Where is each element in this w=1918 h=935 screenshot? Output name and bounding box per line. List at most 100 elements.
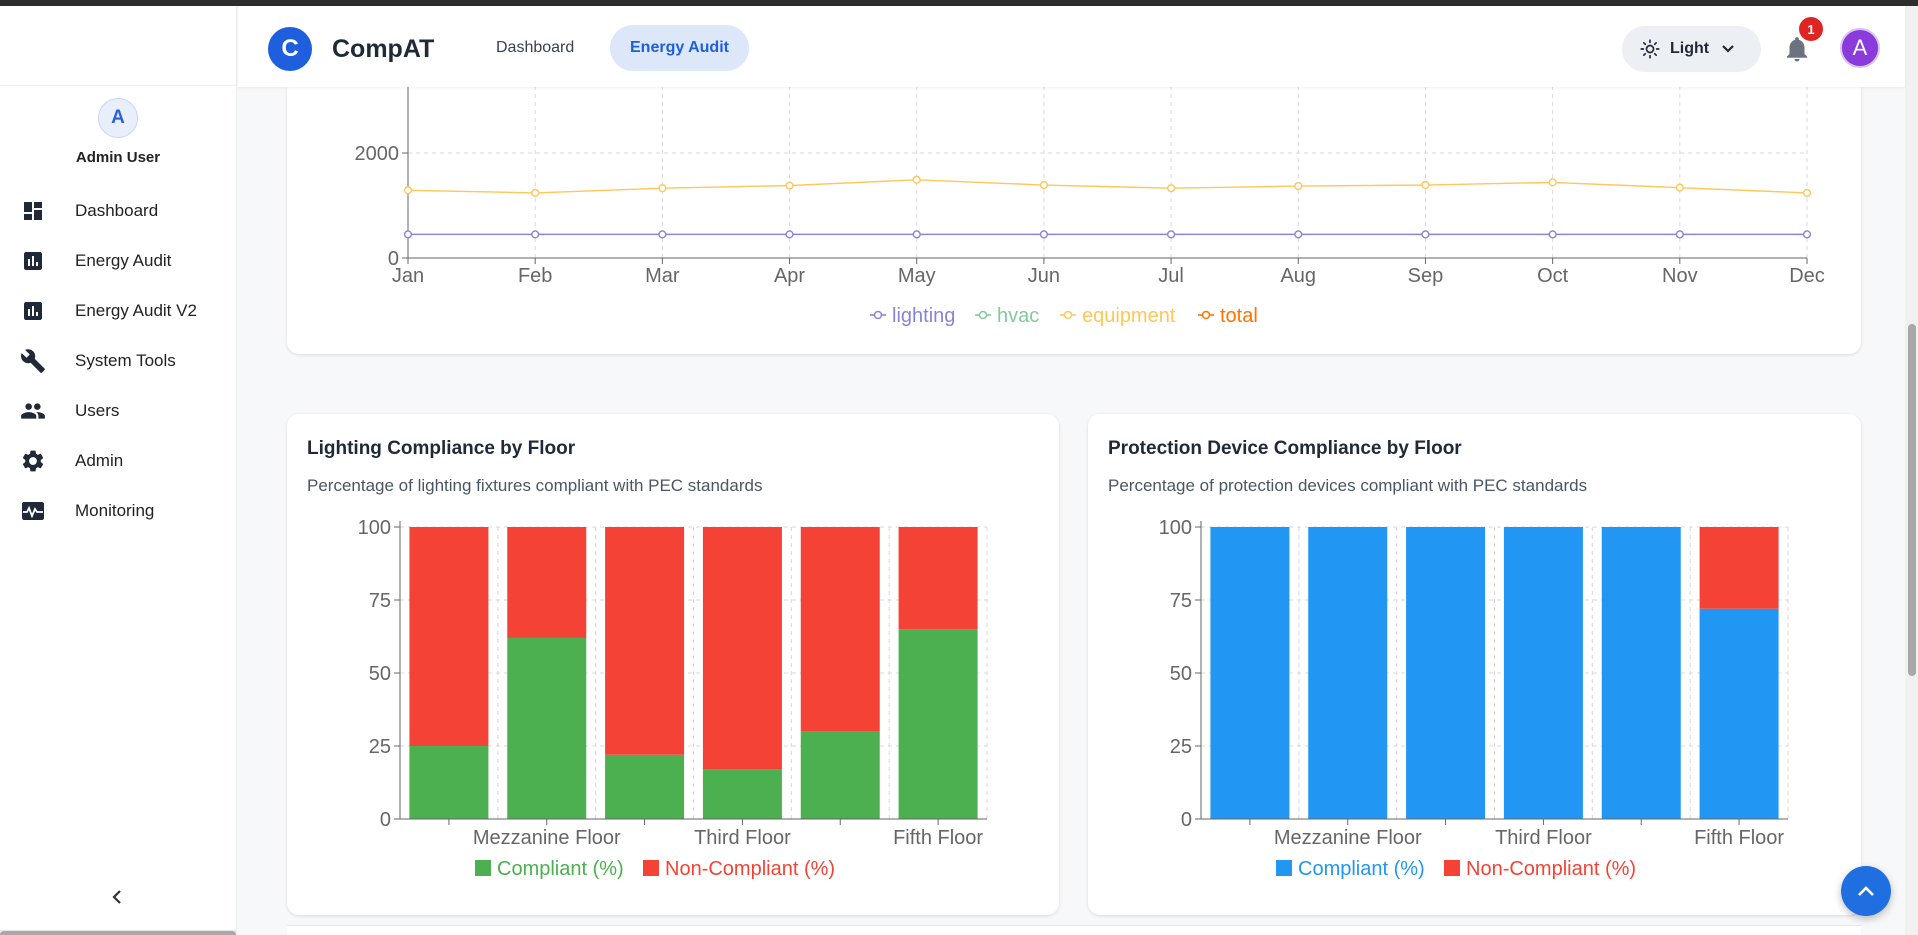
legend-label: Compliant (%) [1298,858,1425,880]
bar-segment [898,629,978,819]
x-tick-label: Feb [518,265,552,287]
data-point-lighting [1548,230,1557,239]
scrollbar-thumb[interactable] [1908,324,1916,676]
y-tick-label: 75 [369,590,391,612]
profile-avatar[interactable]: A [1840,28,1880,68]
bar-segment [1699,527,1779,609]
bar-segment [702,769,782,819]
x-tick-label: Mar [645,265,680,287]
x-tick-label: Jan [392,265,424,287]
data-point-equipment [1421,180,1430,190]
legend-marker [873,310,883,320]
data-point-lighting [1039,230,1049,239]
legend-marker [1276,860,1292,876]
y-tick-label: 2000 [355,143,400,165]
horizontal-scrollbar[interactable] [0,930,236,935]
data-point-lighting [1421,230,1430,239]
sidebar-item-label: Energy Audit [75,251,172,270]
data-point-lighting [1166,230,1176,239]
data-point-equipment [1039,180,1049,190]
bar-segment [409,746,489,819]
energy-consumption-card: 0 2000 Jan Feb Mar Apr May Jun Jul Aug Sep Oct Nov De… [287,40,1861,354]
vertical-scrollbar[interactable] [1905,6,1918,935]
legend-marker [1444,860,1460,876]
legend-label: total [1220,305,1258,327]
lighting-compliance-chart: 0 25 50 75 100 Mezzanine Floor Third Floor Fift… [358,517,988,880]
legend-label: hvac [997,305,1039,327]
x-tick-label: Jul [1158,265,1184,287]
sidebar-item-dashboard[interactable]: Dashboard [0,186,236,236]
wrench-icon [20,348,46,374]
data-point-lighting [1802,230,1812,239]
bar-segment [605,527,685,755]
x-tick-label: Nov [1662,265,1698,287]
x-tick-label: Jun [1028,265,1060,287]
sidebar: A Admin User Dashboard Energy Audit Ener… [0,6,237,935]
sidebar-item-monitoring[interactable]: Monitoring [0,486,236,536]
data-point-lighting [1294,230,1303,239]
legend-label: equipment [1082,305,1176,327]
top-header: C CompAT Dashboard Energy Audit Light 1 … [238,6,1905,87]
bar-segment [1308,527,1388,819]
data-point-equipment [1166,184,1176,193]
theme-toggle-button[interactable]: Light [1622,26,1761,72]
data-point-lighting [785,230,794,239]
chevron-down-icon [1722,45,1734,53]
chevron-left-icon [112,890,121,904]
bar-chart-icon [20,248,46,274]
bar-segment [409,527,489,746]
legend-label: Non-Compliant (%) [1466,858,1636,880]
bar-chart-icon [20,298,46,324]
notification-badge: 1 [1799,17,1823,41]
collapse-sidebar-button[interactable] [106,886,128,908]
x-tick-label: Fifth Floor [1694,827,1784,849]
legend-marker [978,310,988,320]
tab-dashboard[interactable]: Dashboard [476,25,594,71]
bar-segment [1699,608,1779,819]
y-tick-label: 0 [380,809,391,831]
y-tick-label: 0 [1181,809,1192,831]
users-icon [20,398,46,424]
legend-marker [1063,310,1073,320]
data-point-equipment [403,186,413,195]
scrollbar-thumb[interactable] [0,931,236,935]
sidebar-item-admin[interactable]: Admin [0,436,236,486]
x-tick-label: Mezzanine Floor [473,827,621,849]
x-tick-label: Third Floor [1495,827,1592,849]
energy-line-chart: 02000Jan Feb Mar Apr May Jun Jul Aug Sep Oct Nov De… [355,70,1825,327]
scroll-to-top-button[interactable] [1841,866,1891,916]
gear-icon [20,448,46,474]
app-name[interactable]: CompAT [332,35,434,64]
sidebar-item-system-tools[interactable]: System Tools [0,336,236,386]
sidebar-item-energy-audit[interactable]: Energy Audit [0,236,236,286]
y-tick-label: 25 [1170,736,1192,758]
data-point-equipment [912,175,921,184]
legend-label: Compliant (%) [497,858,624,880]
bar-segment [1503,527,1583,819]
data-point-lighting [658,230,667,239]
y-tick-label: 100 [358,517,391,539]
series-line-equipment [407,179,1808,194]
bar-segment [1601,527,1681,819]
sidebar-item-users[interactable]: Users [0,386,236,436]
y-tick-label: 75 [1170,590,1192,612]
logo-icon[interactable]: C [268,27,312,71]
bar-segment [702,527,782,770]
x-tick-label: Aug [1280,265,1316,287]
sidebar-item-energy-audit-v2[interactable]: Energy Audit V2 [0,286,236,336]
legend-marker [643,860,659,876]
data-point-lighting [912,230,921,239]
sidebar-item-label: Monitoring [75,501,155,520]
data-point-lighting [531,230,540,239]
data-point-equipment [1675,183,1684,192]
bar-segment [507,637,587,819]
sidebar-item-label: Admin [75,451,124,470]
theme-label: Light [1670,40,1710,57]
data-point-lighting [403,230,413,239]
monitoring-icon [20,498,46,524]
tab-energy-audit[interactable]: Energy Audit [610,25,749,71]
legend-label: lighting [892,305,955,327]
data-point-equipment [658,184,667,193]
avatar[interactable]: A [98,98,138,138]
legend-marker [475,860,491,876]
